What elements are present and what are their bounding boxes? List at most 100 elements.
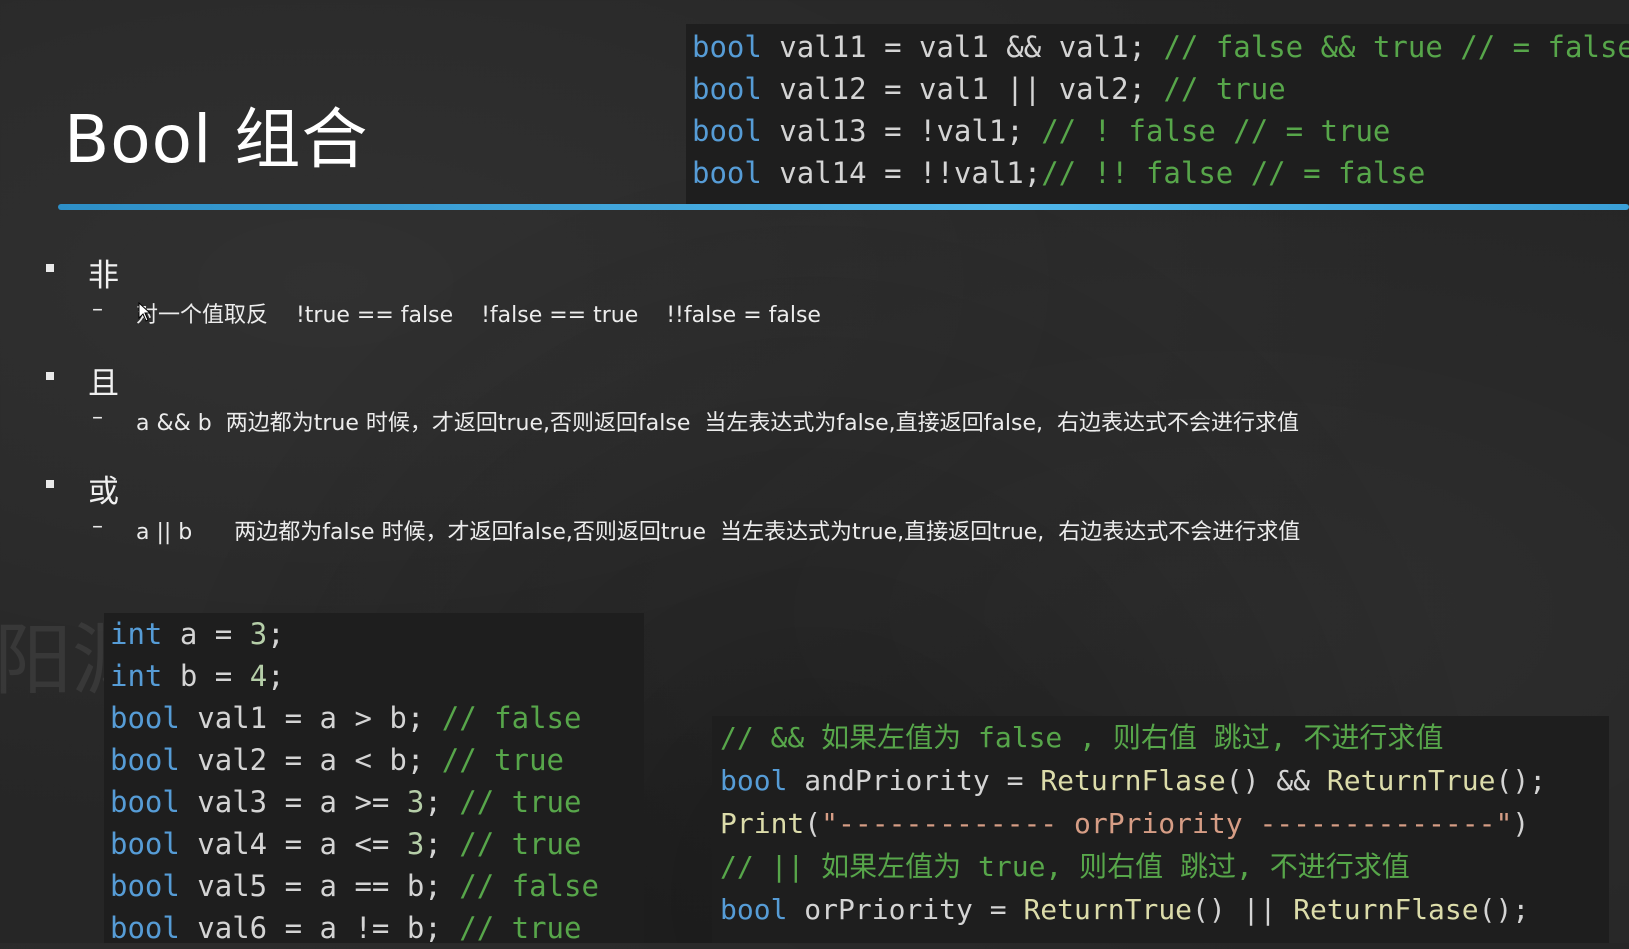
code-token: bool bbox=[110, 911, 180, 945]
code-token: bool bbox=[720, 764, 788, 797]
code-token: // true bbox=[441, 743, 564, 777]
code-token: a bbox=[319, 911, 355, 945]
code-token: int bbox=[110, 659, 163, 693]
code-token: val1 bbox=[179, 701, 285, 735]
code-token: bool bbox=[692, 30, 762, 64]
code-line: // && 如果左值为 false , 则右值 跳过, 不进行求值 bbox=[712, 716, 1609, 759]
code-token: <= bbox=[354, 827, 407, 861]
code-token: = bbox=[284, 827, 320, 861]
code-token: b bbox=[162, 659, 215, 693]
code-token: val4 bbox=[179, 827, 285, 861]
code-token: > bbox=[354, 701, 390, 735]
code-token: bool bbox=[110, 827, 180, 861]
dash-marker: – bbox=[92, 514, 103, 539]
code-token: andPriority bbox=[787, 764, 1007, 797]
dash-marker: – bbox=[92, 405, 103, 430]
code-token: = bbox=[884, 72, 919, 106]
code-token: a bbox=[319, 785, 355, 819]
code-token: ; bbox=[424, 827, 460, 861]
code-token: = bbox=[214, 617, 250, 651]
code-line: int b = 4; bbox=[104, 655, 644, 697]
code-token: bool bbox=[110, 785, 180, 819]
code-token: val3 bbox=[179, 785, 285, 819]
code-token: // true bbox=[1163, 72, 1286, 106]
code-token: bool bbox=[692, 156, 762, 190]
code-token: bool bbox=[692, 114, 762, 148]
code-token: val2; bbox=[1058, 72, 1164, 106]
code-token: 3 bbox=[406, 785, 425, 819]
code-token: < bbox=[354, 743, 390, 777]
code-token: val5 bbox=[179, 869, 285, 903]
code-token: 4 bbox=[249, 659, 268, 693]
code-token: ; bbox=[267, 617, 285, 651]
code-token: val14 bbox=[761, 156, 885, 190]
code-token: val1; bbox=[1058, 30, 1164, 64]
code-token: a bbox=[319, 869, 355, 903]
code-token: a bbox=[319, 743, 355, 777]
code-token: (); bbox=[1478, 893, 1530, 926]
code-token: = bbox=[214, 659, 250, 693]
section-heading-not: 非 bbox=[88, 258, 119, 294]
code-token: = bbox=[284, 743, 320, 777]
code-token: ( bbox=[804, 807, 822, 840]
code-line: bool val12 = val1 || val2; // true bbox=[686, 68, 1629, 110]
section-desc-or: a || b 两边都为false 时候，才返回false,否则返回true 当左… bbox=[136, 520, 1301, 545]
code-token: = bbox=[284, 869, 320, 903]
code-token: bool bbox=[110, 743, 180, 777]
code-token: // true bbox=[459, 911, 582, 945]
code-token: val2 bbox=[179, 743, 285, 777]
title-divider bbox=[58, 204, 1629, 210]
code-line: bool val14 = !!val1;// !! false // = fal… bbox=[686, 152, 1629, 194]
code-token: ; bbox=[267, 659, 285, 693]
code-token: "------------- orPriority --------------… bbox=[821, 807, 1513, 840]
code-token: >= bbox=[354, 785, 407, 819]
code-token: 3 bbox=[249, 617, 268, 651]
code-token: ; bbox=[424, 785, 460, 819]
code-token: = bbox=[284, 785, 320, 819]
code-token: = bbox=[884, 156, 919, 190]
code-line: bool val11 = val1 && val1; // false && t… bbox=[686, 26, 1629, 68]
code-token: b; bbox=[406, 869, 460, 903]
code-token: !val1; bbox=[918, 114, 1042, 148]
code-line: bool val3 = a >= 3; // true bbox=[104, 781, 644, 823]
code-token: Print bbox=[720, 807, 805, 840]
code-block-bottom-right: // && 如果左值为 false , 则右值 跳过, 不进行求值 bool an… bbox=[712, 716, 1609, 943]
code-token: = bbox=[884, 114, 919, 148]
code-token: == bbox=[354, 869, 407, 903]
code-line: bool orPriority = ReturnTrue() || Return… bbox=[712, 888, 1609, 931]
code-token: a bbox=[162, 617, 215, 651]
code-token: = bbox=[1006, 764, 1041, 797]
code-token: !!val1; bbox=[918, 156, 1042, 190]
code-token: // ! false // = true bbox=[1041, 114, 1391, 148]
code-token: orPriority bbox=[787, 893, 990, 926]
code-token: // && 如果左值为 false , 则右值 跳过, 不进行求值 bbox=[720, 721, 1444, 754]
code-line: bool val13 = !val1; // ! false // = true bbox=[686, 110, 1629, 152]
code-token: // false bbox=[459, 869, 599, 903]
code-token: // true bbox=[459, 827, 582, 861]
code-token: = bbox=[284, 911, 320, 945]
code-token: val1 bbox=[918, 72, 1007, 106]
code-token: bool bbox=[720, 893, 788, 926]
code-line: // || 如果左值为 true, 则右值 跳过, 不进行求值 bbox=[712, 845, 1609, 888]
code-token: bool bbox=[110, 869, 180, 903]
code-token: val11 bbox=[761, 30, 885, 64]
code-token: // true bbox=[459, 785, 582, 819]
code-token: bool bbox=[110, 701, 180, 735]
code-token: () || bbox=[1192, 893, 1294, 926]
code-token: b; bbox=[389, 701, 442, 735]
code-token: 3 bbox=[406, 827, 425, 861]
code-token: || bbox=[1006, 72, 1059, 106]
code-token: ReturnTrue bbox=[1023, 893, 1193, 926]
code-line: bool val1 = a > b; // false bbox=[104, 697, 644, 739]
code-token: (); bbox=[1495, 764, 1547, 797]
code-token: val1 bbox=[918, 30, 1007, 64]
code-token: = bbox=[989, 893, 1024, 926]
code-line: bool andPriority = ReturnFlase() && Retu… bbox=[712, 759, 1609, 802]
dash-marker: – bbox=[92, 297, 103, 322]
code-token: ReturnFlase bbox=[1293, 893, 1479, 926]
code-token: // || 如果左值为 true, 则右值 跳过, 不进行求值 bbox=[720, 850, 1410, 883]
code-token: // !! false // = false bbox=[1041, 156, 1426, 190]
code-token: ReturnTrue bbox=[1326, 764, 1496, 797]
code-token: bool bbox=[692, 72, 762, 106]
code-block-bottom-left: int a = 3; int b = 4; bool val1 = a > b; /… bbox=[104, 613, 644, 945]
